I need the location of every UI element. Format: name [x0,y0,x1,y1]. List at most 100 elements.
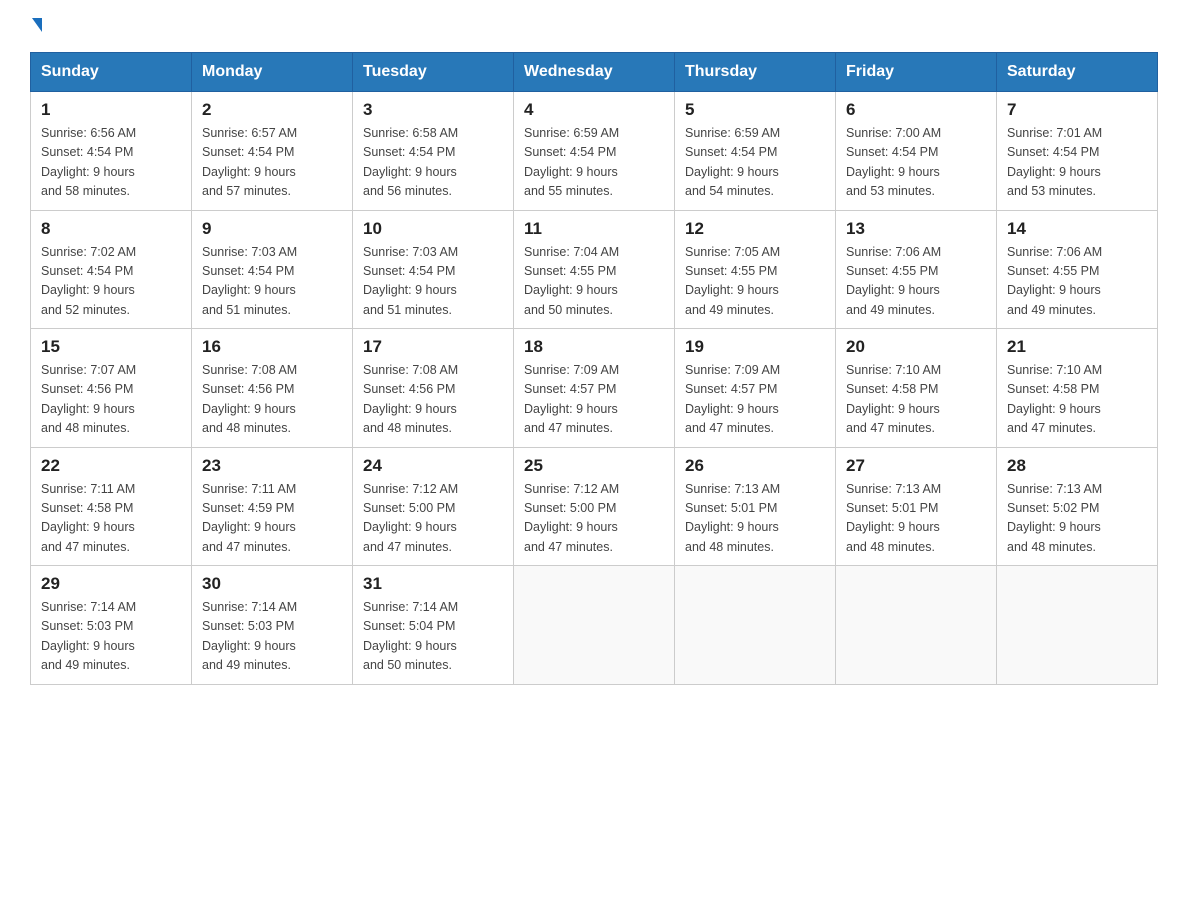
day-info: Sunrise: 7:06 AMSunset: 4:55 PMDaylight:… [1007,243,1147,321]
day-info: Sunrise: 7:03 AMSunset: 4:54 PMDaylight:… [363,243,503,321]
day-info: Sunrise: 6:58 AMSunset: 4:54 PMDaylight:… [363,124,503,202]
day-info: Sunrise: 7:01 AMSunset: 4:54 PMDaylight:… [1007,124,1147,202]
day-info: Sunrise: 7:11 AMSunset: 4:59 PMDaylight:… [202,480,342,558]
column-header-tuesday: Tuesday [353,53,514,92]
calendar-cell: 13 Sunrise: 7:06 AMSunset: 4:55 PMDayligh… [836,210,997,329]
day-number: 7 [1007,100,1147,120]
day-number: 23 [202,456,342,476]
day-info: Sunrise: 7:13 AMSunset: 5:01 PMDaylight:… [846,480,986,558]
calendar-cell: 24 Sunrise: 7:12 AMSunset: 5:00 PMDayligh… [353,447,514,566]
day-info: Sunrise: 7:03 AMSunset: 4:54 PMDaylight:… [202,243,342,321]
calendar-cell: 14 Sunrise: 7:06 AMSunset: 4:55 PMDayligh… [997,210,1158,329]
calendar-cell: 12 Sunrise: 7:05 AMSunset: 4:55 PMDayligh… [675,210,836,329]
logo [30,20,42,34]
calendar-cell: 26 Sunrise: 7:13 AMSunset: 5:01 PMDayligh… [675,447,836,566]
day-number: 3 [363,100,503,120]
calendar-cell: 1Sunrise: 6:56 AMSunset: 4:54 PMDaylight… [31,92,192,211]
day-info: Sunrise: 7:10 AMSunset: 4:58 PMDaylight:… [846,361,986,439]
calendar-cell: 2 Sunrise: 6:57 AMSunset: 4:54 PMDaylight… [192,92,353,211]
calendar-cell: 7 Sunrise: 7:01 AMSunset: 4:54 PMDaylight… [997,92,1158,211]
calendar-cell: 31 Sunrise: 7:14 AMSunset: 5:04 PMDayligh… [353,566,514,685]
calendar-cell: 18 Sunrise: 7:09 AMSunset: 4:57 PMDayligh… [514,329,675,448]
calendar-cell: 22Sunrise: 7:11 AMSunset: 4:58 PMDayligh… [31,447,192,566]
column-header-saturday: Saturday [997,53,1158,92]
calendar-cell: 17 Sunrise: 7:08 AMSunset: 4:56 PMDayligh… [353,329,514,448]
day-info: Sunrise: 7:13 AMSunset: 5:02 PMDaylight:… [1007,480,1147,558]
day-number: 9 [202,219,342,239]
day-number: 2 [202,100,342,120]
day-info: Sunrise: 7:06 AMSunset: 4:55 PMDaylight:… [846,243,986,321]
day-info: Sunrise: 6:56 AMSunset: 4:54 PMDaylight:… [41,124,181,202]
day-info: Sunrise: 7:02 AMSunset: 4:54 PMDaylight:… [41,243,181,321]
day-info: Sunrise: 7:14 AMSunset: 5:04 PMDaylight:… [363,598,503,676]
day-info: Sunrise: 7:00 AMSunset: 4:54 PMDaylight:… [846,124,986,202]
calendar-cell: 8 Sunrise: 7:02 AMSunset: 4:54 PMDaylight… [31,210,192,329]
day-number: 19 [685,337,825,357]
day-info: Sunrise: 7:12 AMSunset: 5:00 PMDaylight:… [363,480,503,558]
day-number: 14 [1007,219,1147,239]
calendar-cell: 9 Sunrise: 7:03 AMSunset: 4:54 PMDaylight… [192,210,353,329]
day-info: Sunrise: 7:08 AMSunset: 4:56 PMDaylight:… [363,361,503,439]
week-row-2: 8 Sunrise: 7:02 AMSunset: 4:54 PMDaylight… [31,210,1158,329]
day-number: 24 [363,456,503,476]
day-info: Sunrise: 7:12 AMSunset: 5:00 PMDaylight:… [524,480,664,558]
day-info: Sunrise: 6:57 AMSunset: 4:54 PMDaylight:… [202,124,342,202]
calendar-table: SundayMondayTuesdayWednesdayThursdayFrid… [30,52,1158,685]
calendar-cell: 30Sunrise: 7:14 AMSunset: 5:03 PMDayligh… [192,566,353,685]
day-info: Sunrise: 7:05 AMSunset: 4:55 PMDaylight:… [685,243,825,321]
column-header-wednesday: Wednesday [514,53,675,92]
day-number: 29 [41,574,181,594]
page-header [30,20,1158,34]
column-header-monday: Monday [192,53,353,92]
day-info: Sunrise: 7:14 AMSunset: 5:03 PMDaylight:… [41,598,181,676]
day-number: 13 [846,219,986,239]
calendar-cell: 15Sunrise: 7:07 AMSunset: 4:56 PMDayligh… [31,329,192,448]
calendar-cell: 28Sunrise: 7:13 AMSunset: 5:02 PMDayligh… [997,447,1158,566]
calendar-cell: 4Sunrise: 6:59 AMSunset: 4:54 PMDaylight… [514,92,675,211]
column-header-sunday: Sunday [31,53,192,92]
day-info: Sunrise: 7:09 AMSunset: 4:57 PMDaylight:… [524,361,664,439]
calendar-cell [675,566,836,685]
day-info: Sunrise: 7:09 AMSunset: 4:57 PMDaylight:… [685,361,825,439]
column-header-thursday: Thursday [675,53,836,92]
calendar-cell: 6 Sunrise: 7:00 AMSunset: 4:54 PMDaylight… [836,92,997,211]
day-info: Sunrise: 7:08 AMSunset: 4:56 PMDaylight:… [202,361,342,439]
calendar-cell: 20Sunrise: 7:10 AMSunset: 4:58 PMDayligh… [836,329,997,448]
week-row-4: 22Sunrise: 7:11 AMSunset: 4:58 PMDayligh… [31,447,1158,566]
day-number: 17 [363,337,503,357]
calendar-cell: 11 Sunrise: 7:04 AMSunset: 4:55 PMDayligh… [514,210,675,329]
week-row-1: 1Sunrise: 6:56 AMSunset: 4:54 PMDaylight… [31,92,1158,211]
day-info: Sunrise: 6:59 AMSunset: 4:54 PMDaylight:… [685,124,825,202]
day-info: Sunrise: 6:59 AMSunset: 4:54 PMDaylight:… [524,124,664,202]
day-info: Sunrise: 7:13 AMSunset: 5:01 PMDaylight:… [685,480,825,558]
day-number: 25 [524,456,664,476]
day-number: 8 [41,219,181,239]
day-number: 5 [685,100,825,120]
day-number: 27 [846,456,986,476]
day-info: Sunrise: 7:10 AMSunset: 4:58 PMDaylight:… [1007,361,1147,439]
day-info: Sunrise: 7:14 AMSunset: 5:03 PMDaylight:… [202,598,342,676]
week-row-5: 29 Sunrise: 7:14 AMSunset: 5:03 PMDayligh… [31,566,1158,685]
calendar-cell: 27 Sunrise: 7:13 AMSunset: 5:01 PMDayligh… [836,447,997,566]
day-number: 12 [685,219,825,239]
logo-arrow-icon [32,18,42,32]
day-number: 18 [524,337,664,357]
calendar-cell: 3 Sunrise: 6:58 AMSunset: 4:54 PMDaylight… [353,92,514,211]
calendar-cell [836,566,997,685]
day-number: 11 [524,219,664,239]
day-number: 10 [363,219,503,239]
calendar-cell [997,566,1158,685]
calendar-cell: 21 Sunrise: 7:10 AMSunset: 4:58 PMDayligh… [997,329,1158,448]
calendar-cell: 5 Sunrise: 6:59 AMSunset: 4:54 PMDaylight… [675,92,836,211]
calendar-header-row: SundayMondayTuesdayWednesdayThursdayFrid… [31,53,1158,92]
calendar-cell: 10 Sunrise: 7:03 AMSunset: 4:54 PMDayligh… [353,210,514,329]
calendar-cell [514,566,675,685]
day-number: 6 [846,100,986,120]
day-number: 21 [1007,337,1147,357]
day-number: 26 [685,456,825,476]
day-info: Sunrise: 7:04 AMSunset: 4:55 PMDaylight:… [524,243,664,321]
calendar-cell: 19 Sunrise: 7:09 AMSunset: 4:57 PMDayligh… [675,329,836,448]
day-number: 31 [363,574,503,594]
calendar-cell: 16Sunrise: 7:08 AMSunset: 4:56 PMDayligh… [192,329,353,448]
day-info: Sunrise: 7:11 AMSunset: 4:58 PMDaylight:… [41,480,181,558]
